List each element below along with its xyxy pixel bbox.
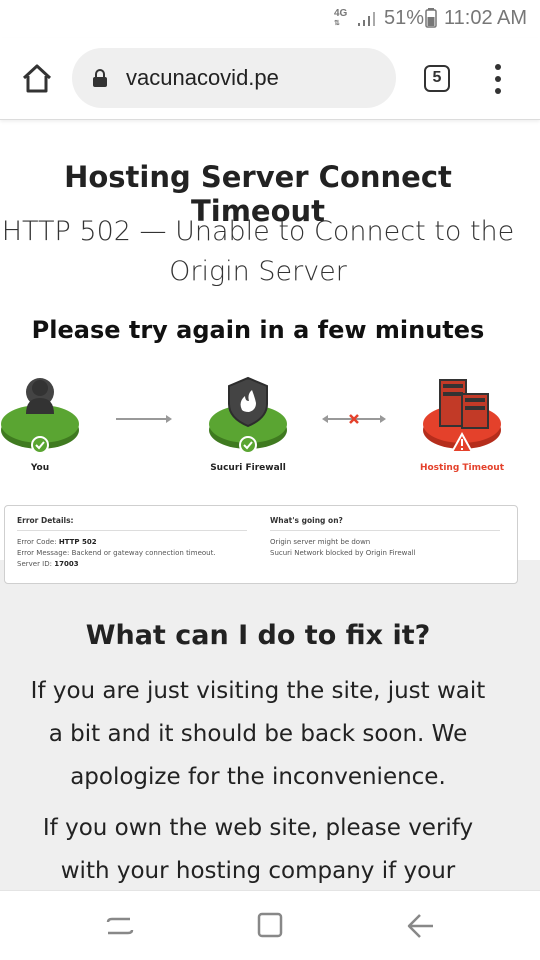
node-label-you: You	[30, 463, 50, 473]
battery-icon	[425, 8, 437, 28]
server-error-icon	[423, 379, 501, 453]
error-message-row: Error Message: Backend or gateway connec…	[17, 549, 216, 557]
whats-going-on-title: What's going on?	[270, 516, 500, 531]
error-message: Backend or gateway connection timeout.	[71, 549, 216, 557]
network-indicator: 4G ⇅	[334, 9, 347, 28]
lock-icon	[93, 69, 107, 87]
blocked-connection-icon	[322, 414, 386, 424]
server-id: 17003	[54, 560, 79, 568]
connection-diagram: You Sucuri Firewall Hosting Timeout	[0, 370, 540, 485]
error-code-row: Error Code: HTTP 502	[17, 538, 97, 546]
tabs-button[interactable]: 5	[424, 65, 450, 92]
browser-toolbar: vacunacovid.pe 5	[0, 38, 540, 120]
node-label-hosting: Hosting Timeout	[419, 463, 505, 473]
data-arrows-icon: ⇅	[334, 20, 340, 27]
retry-heading: Please try again in a few minutes	[31, 316, 485, 344]
node-label-firewall: Sucuri Firewall	[210, 463, 286, 473]
fix-paragraph-owner: If you own the web site, please verify w…	[42, 815, 474, 884]
fix-paragraph-visitor: If you are just visiting the site, just …	[30, 678, 486, 790]
network-type: 4G	[334, 8, 348, 19]
more-vert-icon[interactable]	[488, 64, 508, 94]
address-bar[interactable]: vacunacovid.pe	[72, 48, 396, 108]
system-nav-bar	[0, 890, 540, 960]
status-bar: 4G ⇅ 51% 11:02 AM	[0, 0, 540, 38]
diagram-graphic	[1, 376, 501, 454]
home-square-icon[interactable]	[254, 911, 286, 941]
user-node-icon	[1, 378, 79, 454]
back-arrow-icon[interactable]	[404, 911, 436, 941]
fix-heading: What can I do to fix it?	[85, 620, 431, 651]
home-icon[interactable]	[19, 60, 55, 96]
error-details-title: Error Details:	[17, 516, 247, 531]
arrow-right-icon	[116, 415, 172, 423]
tab-count: 5	[432, 69, 442, 86]
url-text: vacunacovid.pe	[126, 65, 279, 90]
server-id-row: Server ID: 17003	[17, 560, 79, 568]
error-details-column: Error Details: Error Code: HTTP 502 Erro…	[17, 516, 247, 570]
error-details-box: Error Details: Error Code: HTTP 502 Erro…	[4, 505, 518, 584]
cause-item: Origin server might be down	[270, 538, 371, 546]
firewall-shield-icon	[209, 376, 287, 454]
cause-item: Sucuri Network blocked by Origin Firewal…	[270, 549, 416, 557]
clock: 11:02 AM	[444, 7, 528, 29]
recents-icon[interactable]	[104, 911, 136, 941]
page-subtitle: HTTP 502 — Unable to Connect to the Orig…	[1, 216, 515, 287]
signal-icon	[358, 12, 375, 26]
error-code: HTTP 502	[58, 538, 97, 546]
whats-going-on-column: What's going on? Origin server might be …	[270, 516, 500, 559]
battery-percent: 51%	[384, 7, 425, 29]
